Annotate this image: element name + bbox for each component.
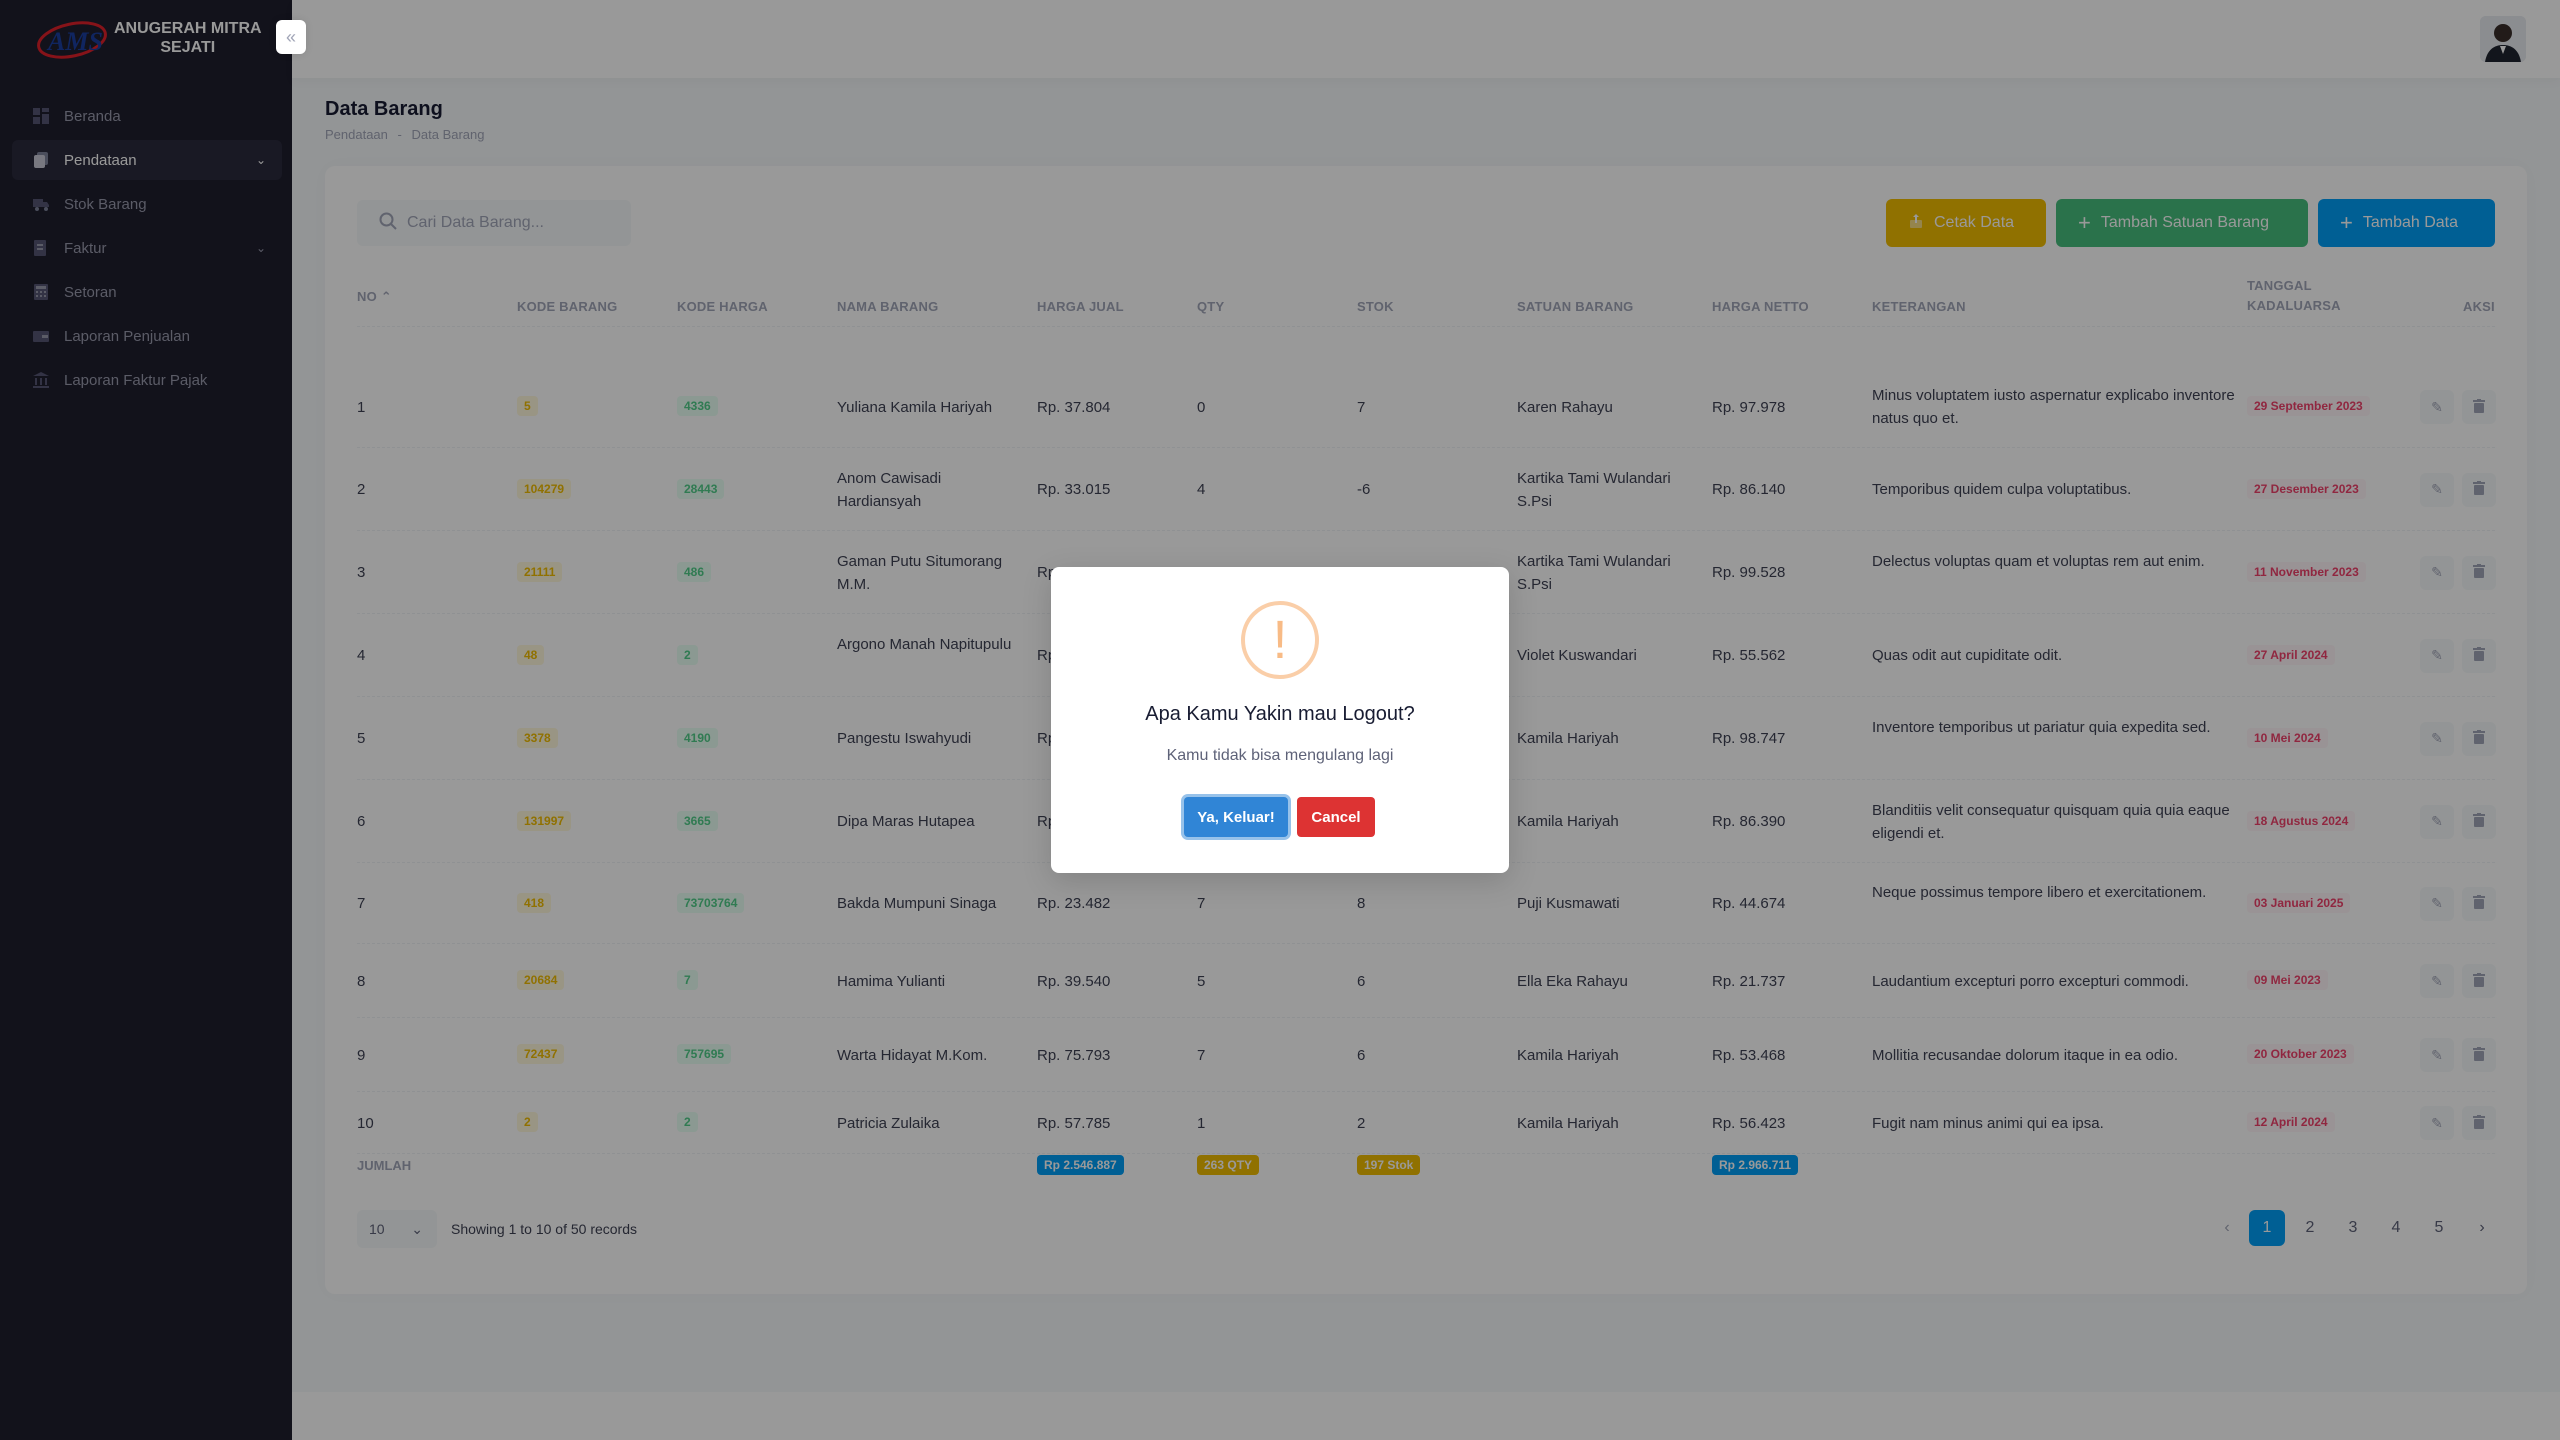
- cancel-button[interactable]: Cancel: [1297, 797, 1375, 837]
- double-chevron-left-icon: «: [285, 26, 296, 47]
- sidebar-collapse-button[interactable]: «: [276, 20, 306, 54]
- confirm-logout-button[interactable]: Ya, Keluar!: [1184, 797, 1288, 837]
- logout-confirm-dialog: ! Apa Kamu Yakin mau Logout? Kamu tidak …: [1051, 567, 1509, 873]
- warning-icon: !: [1241, 601, 1319, 679]
- dialog-title: Apa Kamu Yakin mau Logout?: [1145, 703, 1415, 725]
- dialog-text: Kamu tidak bisa mengulang lagi: [1166, 747, 1394, 764]
